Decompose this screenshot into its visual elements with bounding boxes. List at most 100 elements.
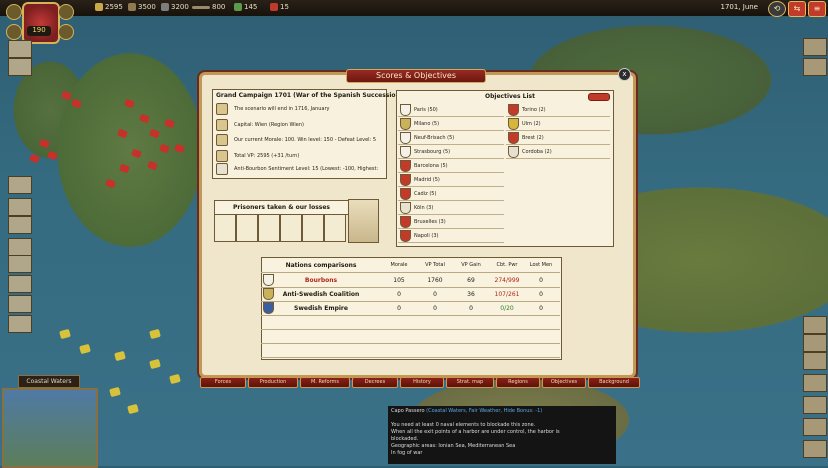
prisoner-slot [236, 214, 258, 242]
objective-name: Cordoba (2) [522, 148, 552, 155]
objective-item[interactable]: Milano (5) [398, 117, 504, 131]
objective-name: Brest (2) [522, 134, 544, 141]
lost-men-value: 0 [539, 276, 543, 284]
vp-gain-value: 36 [467, 290, 475, 298]
objective-name: Köln (3) [414, 204, 434, 211]
objective-name: Madrid (5) [414, 176, 440, 183]
lost-men-value: 0 [539, 290, 543, 298]
header-lost-men: Lost Men [529, 262, 553, 268]
vp-total-value: 0 [433, 304, 437, 312]
shield-icon [400, 103, 411, 116]
nation-flag-icon [263, 288, 274, 300]
tab-1[interactable]: Production [248, 377, 298, 388]
objective-item[interactable]: Paris (50) [398, 103, 504, 117]
tab-7[interactable]: Objectives [542, 377, 586, 388]
objective-item[interactable]: Bruxelles (3) [398, 215, 504, 229]
unit-card[interactable] [8, 198, 32, 216]
objectives-flag-icon [588, 93, 610, 101]
minimap[interactable] [2, 388, 98, 468]
objective-item[interactable]: Neuf-Brisach (5) [398, 131, 504, 145]
tab-6[interactable]: Regions [496, 377, 540, 388]
objective-name: Napoli (3) [414, 232, 439, 239]
unit-card[interactable] [8, 176, 32, 194]
unit-card[interactable] [803, 440, 827, 458]
unit-card[interactable] [803, 334, 827, 352]
orders-icon[interactable] [6, 4, 22, 20]
prisoner-slot [214, 214, 236, 242]
unit-card[interactable] [8, 315, 32, 333]
unit-card[interactable] [803, 374, 827, 392]
shield-icon [508, 145, 519, 158]
resource-money: 3500 [128, 3, 156, 11]
objective-item[interactable]: Ulm (2) [506, 117, 610, 131]
shield-icon [400, 173, 411, 186]
unit-card[interactable] [8, 295, 32, 313]
objective-name: Strasbourg (5) [414, 148, 451, 155]
tab-8[interactable]: Background [588, 377, 640, 388]
objective-item[interactable]: Barcelona (5) [398, 159, 504, 173]
unit-card[interactable] [8, 40, 32, 58]
objective-item[interactable]: Strasbourg (5) [398, 145, 504, 159]
tab-0[interactable]: Forces [200, 377, 246, 388]
header-vp-total: VP Total [425, 262, 445, 268]
dialog-tabs: Forces Production M. Reforms Decrees History… [200, 377, 640, 388]
resource-manpower: 3200 [161, 3, 189, 11]
close-button[interactable]: x [618, 68, 631, 81]
tooltip-line: blockaded. [391, 436, 419, 442]
nation-crest[interactable] [22, 2, 60, 44]
unit-card[interactable] [803, 316, 827, 334]
help-icon[interactable] [58, 24, 74, 40]
morale-value: 0 [397, 290, 401, 298]
unit-card[interactable] [803, 418, 827, 436]
unit-card[interactable] [8, 275, 32, 293]
tab-2[interactable]: M. Reforms [300, 377, 350, 388]
vp-gain-value: 0 [469, 304, 473, 312]
filter-icon[interactable] [6, 24, 22, 40]
tab-5[interactable]: Strat. map [446, 377, 494, 388]
objective-item[interactable]: Napoli (3) [398, 229, 504, 243]
crest-number: 190 [27, 26, 51, 36]
tab-3[interactable]: Decrees [352, 377, 398, 388]
resource-bar: 2595 3500 3200 800 145 15 1701, June ⟲ ⇆… [0, 0, 828, 17]
objective-item[interactable]: Madrid (5) [398, 173, 504, 187]
nation-flag-icon [263, 302, 274, 314]
morale-icon [216, 133, 228, 146]
header-cbt-pwr: Cbt. Pwr [496, 262, 518, 268]
objective-item[interactable]: Köln (3) [398, 201, 504, 215]
objective-item[interactable]: Torino (2) [506, 103, 610, 117]
end-turn-button[interactable]: ⟲ [768, 1, 786, 17]
prisoner-slot [324, 214, 346, 242]
objective-item[interactable]: Brest (2) [506, 131, 610, 145]
unit-card[interactable] [803, 352, 827, 370]
star-icon [95, 3, 103, 11]
soldier-illustration [348, 199, 379, 243]
tab-4[interactable]: History [400, 377, 444, 388]
ledger-button[interactable]: ⇆ [788, 1, 806, 17]
table-row[interactable]: Swedish Empire 0 0 0 0/20 0 [261, 301, 560, 316]
unit-card[interactable] [8, 216, 32, 234]
info-row: The scenario will end in 1716, January [216, 102, 330, 115]
prisoner-slot [258, 214, 280, 242]
header-morale: Morale [390, 262, 408, 268]
unit-card[interactable] [8, 255, 32, 273]
menu-button[interactable]: ≡ [808, 1, 826, 17]
resource-sentiment: 15 [270, 3, 289, 11]
unit-card[interactable] [8, 58, 32, 76]
vp-icon [216, 149, 228, 162]
objective-item[interactable]: Cadiz (5) [398, 187, 504, 201]
unit-card[interactable] [803, 38, 827, 56]
table-row[interactable]: Anti-Swedish Coalition 0 0 36 107/261 0 [261, 287, 560, 302]
shield-icon [400, 145, 411, 158]
header-vp-gain: VP Gain [461, 262, 481, 268]
shield-icon [400, 117, 411, 130]
zoom-icon[interactable] [58, 4, 74, 20]
clock-icon [216, 102, 228, 115]
resource-vp: 2595 [95, 3, 123, 11]
shield-icon [400, 159, 411, 172]
objective-item[interactable]: Cordoba (2) [506, 145, 610, 159]
table-row[interactable]: Bourbons 105 1760 69 274/999 0 [261, 273, 560, 288]
table-header: Nations comparisons Morale VP Total VP G… [261, 258, 560, 273]
unit-card[interactable] [803, 396, 827, 414]
unit-card[interactable] [8, 238, 32, 256]
unit-card[interactable] [803, 58, 827, 76]
